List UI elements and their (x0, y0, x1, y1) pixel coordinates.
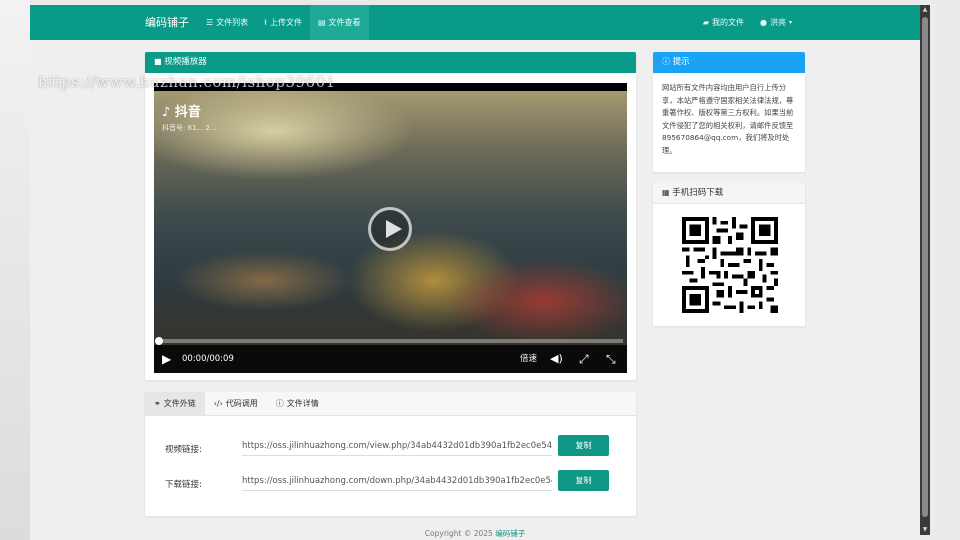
brand-logo[interactable]: 编码铺子 (145, 5, 189, 40)
link-tabs: ⚭ 文件外链 ‹/› 代码调用 ⓘ 文件详情 (145, 392, 636, 416)
tiktok-note-icon: ♪ (162, 105, 171, 120)
link-icon: ⚭ (154, 398, 161, 408)
info-icon: ⓘ (275, 398, 284, 408)
tip-panel: ⓘ 提示 网站所有文件内容均由用户自行上传分享，本站严格遵守国家相关法律法规，尊… (653, 52, 805, 172)
tip-panel-header: ⓘ 提示 (653, 52, 805, 73)
caret-down-icon: ▾ (788, 18, 792, 26)
video-panel: ■ 视频播放器 ♪ 抖音 抖音号: 61... 2... ▶ 00:00/00:… (145, 52, 636, 380)
file-icon: ▤ (317, 17, 326, 27)
big-play-button[interactable] (368, 207, 412, 251)
info-circle-icon: ⓘ (662, 57, 670, 66)
nav-file-list[interactable]: ☰ 文件列表 (198, 5, 256, 40)
vertical-scrollbar[interactable]: ▲ ▼ (920, 5, 930, 535)
list-icon: ☰ (206, 17, 214, 27)
fullscreen-icon[interactable]: ⤡ (606, 345, 616, 373)
qr-panel: ▦ 手机扫码下载 (653, 183, 805, 326)
tab-code[interactable]: ‹/› 代码调用 (205, 392, 267, 415)
top-navbar: 编码铺子 ☰ 文件列表 ⭱ 上传文件 ▤ 文件查看 ▰ 我的文件 ● 洪亮 ▾ (30, 5, 920, 40)
site-watermark: https://www.huzhan.com/ishop39601 (38, 73, 336, 91)
nav-user-label: 洪亮 (769, 18, 786, 27)
tab-code-label: 代码调用 (225, 398, 258, 408)
qr-panel-title: 手机扫码下载 (672, 188, 724, 198)
scrollbar-thumb[interactable] (922, 17, 928, 517)
qr-code-image (682, 217, 778, 313)
video-link-label: 视频链接: (165, 445, 202, 455)
browser-page: 编码铺子 ☰ 文件列表 ⭱ 上传文件 ▤ 文件查看 ▰ 我的文件 ● 洪亮 ▾ … (30, 5, 920, 540)
copy-video-link-button[interactable]: 复制 (558, 435, 609, 456)
tip-panel-title: 提示 (672, 57, 690, 67)
tab-file-link[interactable]: ⚭ 文件外链 (145, 392, 205, 415)
download-link-field[interactable]: https://oss.jilinhuazhong.com/down.php/3… (242, 471, 552, 491)
qrcode-icon: ▦ (662, 188, 670, 197)
tip-text: 网站所有文件内容均由用户自行上传分享，本站严格遵守国家相关法律法规，尊重著作权、… (662, 83, 794, 155)
nav-file-view-label: 文件查看 (328, 18, 361, 27)
scroll-down-arrow[interactable]: ▼ (920, 525, 930, 535)
user-nav: ▰ 我的文件 ● 洪亮 ▾ (695, 5, 800, 40)
progress-bar[interactable] (155, 337, 623, 345)
page-footer: Copyright © 2025 编码铺子 (30, 528, 920, 539)
tiktok-id: 抖音号: 61... 2... (162, 124, 217, 132)
qr-panel-header: ▦ 手机扫码下载 (653, 183, 805, 204)
nav-file-list-label: 文件列表 (216, 18, 249, 27)
nav-my-files[interactable]: ▰ 我的文件 (695, 5, 752, 40)
player-controls: ▶ 00:00/00:09 倍速 ◀) ⤢ ⤡ (154, 345, 627, 373)
chat-icon: ● (760, 17, 767, 27)
folder-icon: ▰ (702, 17, 709, 27)
tab-file-details-label: 文件详情 (286, 398, 319, 408)
nav-my-files-label: 我的文件 (712, 18, 744, 27)
play-icon[interactable]: ▶ (162, 345, 171, 373)
upload-icon: ⭱ (264, 17, 267, 27)
code-icon: ‹/› (213, 398, 223, 408)
nav-upload-file[interactable]: ⭱ 上传文件 (256, 5, 310, 40)
tab-file-link-label: 文件外链 (163, 398, 196, 408)
time-display: 00:00/00:09 (182, 354, 234, 364)
nav-upload-label: 上传文件 (269, 18, 302, 27)
nav-user-menu[interactable]: ● 洪亮 ▾ (752, 5, 800, 40)
speed-button[interactable]: 倍速 (520, 345, 537, 373)
video-panel-header: ■ 视频播放器 (145, 52, 636, 73)
video-link-field[interactable]: https://oss.jilinhuazhong.com/view.php/3… (242, 436, 552, 456)
tiktok-watermark: ♪ 抖音 抖音号: 61... 2... (162, 101, 217, 133)
progress-knob[interactable] (155, 337, 163, 345)
volume-icon[interactable]: ◀) (550, 345, 563, 373)
link-panel: ⚭ 文件外链 ‹/› 代码调用 ⓘ 文件详情 视频链接: https://oss… (145, 392, 636, 516)
copy-download-link-button[interactable]: 复制 (558, 470, 609, 491)
video-player[interactable]: ♪ 抖音 抖音号: 61... 2... ▶ 00:00/00:09 倍速 ◀)… (154, 83, 627, 373)
nav-file-view[interactable]: ▤ 文件查看 (309, 5, 369, 40)
tab-file-details[interactable]: ⓘ 文件详情 (267, 392, 328, 415)
video-camera-icon: ■ (154, 57, 162, 66)
scroll-up-arrow[interactable]: ▲ (920, 5, 930, 15)
tiktok-logo-text: 抖音 (174, 105, 201, 120)
footer-copyright: Copyright © 2025 (424, 529, 493, 538)
download-link-label: 下载链接: (165, 480, 202, 490)
video-panel-title: 视频播放器 (164, 57, 207, 67)
main-nav: ☰ 文件列表 ⭱ 上传文件 ▤ 文件查看 (198, 5, 369, 40)
screen-frame-left (0, 0, 30, 540)
footer-link[interactable]: 编码铺子 (495, 529, 525, 538)
pip-icon[interactable]: ⤢ (579, 345, 589, 373)
tiktok-logo: ♪ 抖音 (162, 101, 217, 120)
